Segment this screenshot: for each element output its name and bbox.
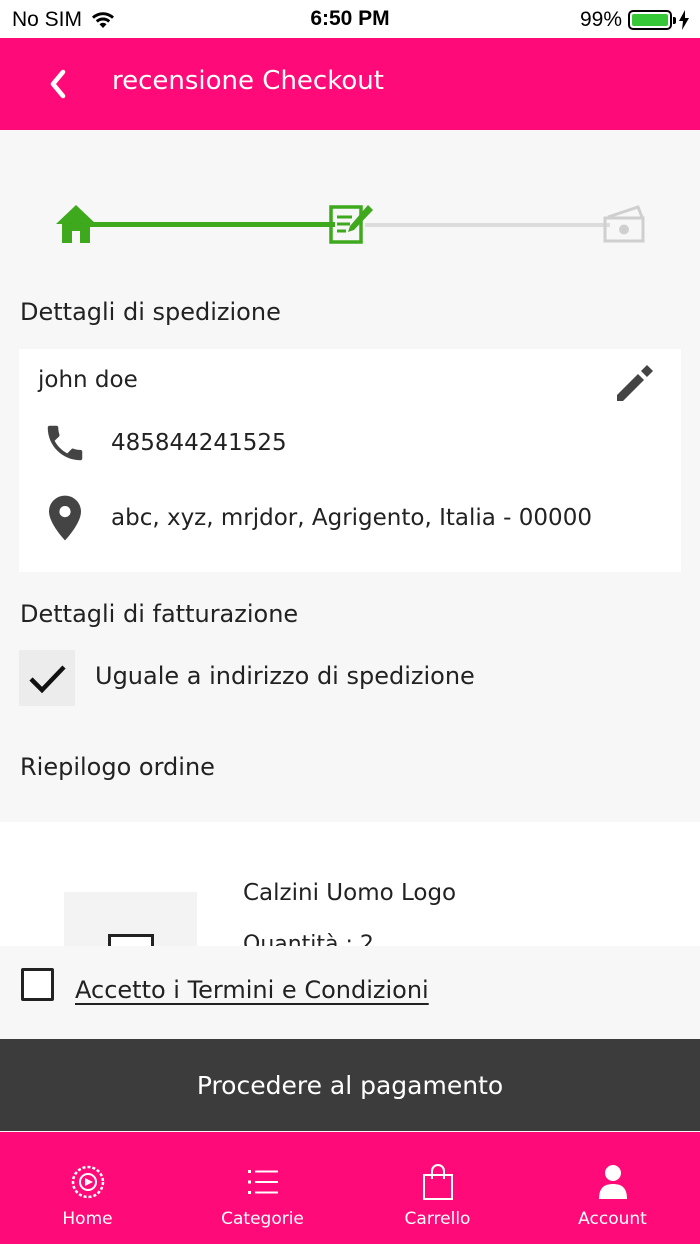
app-header: recensione Checkout [0, 38, 700, 130]
brand-logo-icon [71, 1165, 104, 1199]
tab-categories[interactable]: Categorie [175, 1132, 350, 1244]
tab-account-label: Account [578, 1209, 647, 1229]
proceed-to-payment-button[interactable]: Procedere al pagamento [0, 1039, 700, 1131]
status-bar: No SIM 6:50 PM 99% [0, 0, 700, 38]
shipping-phone: 485844241525 [111, 430, 287, 456]
page-title: recensione Checkout [112, 66, 384, 96]
checkmark-icon [29, 665, 66, 694]
checkout-stepper [0, 195, 700, 255]
product-quantity: Quantità : 2 [243, 932, 374, 947]
tab-account[interactable]: Account [525, 1132, 700, 1244]
user-icon [598, 1165, 627, 1199]
phone-icon [47, 425, 83, 461]
shopping-bag-icon [422, 1164, 453, 1200]
shipping-phone-row: 485844241525 [19, 419, 287, 467]
shipping-name: john doe [38, 367, 138, 393]
same-as-shipping-checkbox[interactable] [19, 650, 75, 706]
bottom-tab-bar: Home Categorie Carrello Account [0, 1132, 700, 1244]
back-button[interactable] [40, 64, 76, 104]
step-progress-todo [365, 223, 610, 227]
terms-checkbox[interactable] [21, 968, 54, 1001]
home-icon [56, 205, 96, 243]
shipping-address-row: abc, xyz, mrjdor, Agrigento, Italia - 00… [19, 492, 592, 544]
battery-icon [628, 10, 676, 30]
chevron-left-icon [50, 69, 66, 99]
shipping-card: john doe 485844241525 abc, xyz, mrjdor, … [19, 349, 681, 572]
product-name[interactable]: Calzini Uomo Logo [243, 880, 456, 906]
summary-section-title: Riepilogo ordine [20, 753, 215, 781]
tab-home[interactable]: Home [0, 1132, 175, 1244]
step-progress-done [90, 222, 335, 227]
shipping-section-title: Dettagli di spedizione [20, 298, 281, 326]
shipping-address: abc, xyz, mrjdor, Agrigento, Italia - 00… [111, 505, 592, 531]
terms-link[interactable]: Accetto i Termini e Condizioni [75, 976, 429, 1004]
same-as-shipping-label[interactable]: Uguale a indirizzo di spedizione [95, 662, 475, 690]
terms-row: Accetto i Termini e Condizioni [0, 946, 700, 1040]
pencil-icon [617, 365, 653, 401]
tab-cart-label: Carrello [404, 1209, 471, 1229]
tab-cart[interactable]: Carrello [350, 1132, 525, 1244]
tab-home-label: Home [62, 1209, 113, 1229]
order-summary: Calzini Uomo Logo Quantità : 2 [0, 822, 700, 947]
charging-bolt-icon [679, 10, 689, 30]
battery-percent: 99% [579, 8, 622, 31]
tab-categories-label: Categorie [221, 1209, 304, 1229]
edit-document-icon [329, 205, 373, 244]
battery-status: 99% [580, 8, 690, 32]
product-image [64, 892, 197, 947]
payment-money-icon [603, 205, 645, 243]
list-icon [247, 1170, 278, 1194]
edit-shipping-button[interactable] [611, 361, 657, 411]
location-pin-icon [49, 495, 81, 541]
billing-section-title: Dettagli di fatturazione [20, 600, 299, 628]
